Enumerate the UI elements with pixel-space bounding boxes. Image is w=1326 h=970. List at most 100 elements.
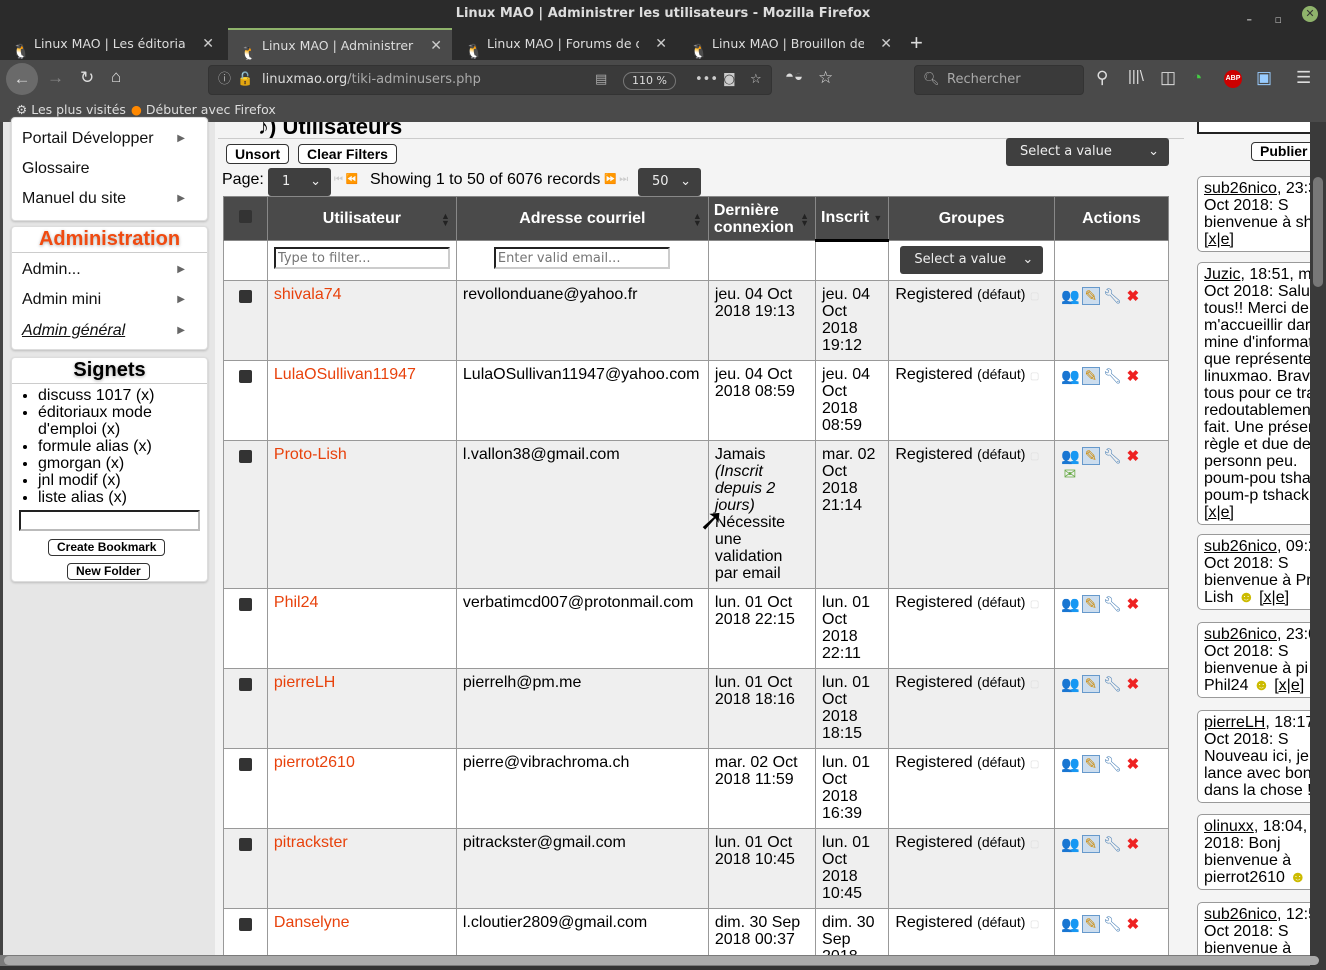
edit-icon[interactable]: ✎ [1081,367,1100,385]
assign-groups-icon[interactable]: 👥 [1061,916,1080,934]
menu-item-admin-general[interactable]: Admin général [22,322,125,340]
sidebar-icon[interactable]: ◫ [1160,68,1176,88]
adblock-icon[interactable]: ABP [1224,70,1242,88]
header-inscrit[interactable]: Inscrit ▼ [815,196,890,242]
vertical-scrollbar[interactable] [1310,122,1326,970]
scrollbar-thumb[interactable] [4,956,1319,965]
close-tab-icon[interactable]: ✕ [655,28,667,60]
unsort-button[interactable]: Unsort [226,144,290,164]
select-all-checkbox[interactable] [238,209,252,223]
edit-icon[interactable]: ✎ [1081,287,1100,305]
user-link[interactable]: Phil24 [274,594,318,611]
column-select[interactable]: Select a value ⌄ [1006,138,1169,166]
horizontal-scrollbar[interactable] [0,955,1319,970]
edit-icon[interactable]: ✎ [1081,835,1100,853]
delete-icon[interactable]: ✖ [1124,916,1142,934]
assign-groups-icon[interactable]: 👥 [1061,596,1080,614]
per-page-select[interactable]: 50 ⌄ [638,168,701,196]
create-bookmark-button[interactable]: Create Bookmark [48,539,166,556]
bookmark-name-input[interactable] [19,510,200,531]
resend-email-icon[interactable]: ✉ [1061,466,1079,484]
user-link[interactable]: pierreLH [274,674,335,691]
reader-view-icon[interactable]: ▤ [595,66,607,94]
shout-actions-link[interactable]: [x|e] [1259,589,1289,606]
user-link[interactable]: pitrackster [274,834,348,851]
assign-groups-icon[interactable]: 👥 [1061,448,1080,466]
shout-author[interactable]: sub26nico [1204,180,1277,197]
shout-author[interactable]: sub26nico [1204,906,1277,923]
wrench-icon[interactable]: 🔧︎ [1103,916,1122,934]
assign-groups-icon[interactable]: 👥 [1061,368,1080,386]
wrench-icon[interactable]: 🔧︎ [1103,676,1122,694]
assign-groups-icon[interactable]: 👥 [1061,756,1080,774]
wrench-icon[interactable]: 🔧︎ [1103,836,1122,854]
edit-icon[interactable]: ✎ [1081,447,1100,465]
search-icon[interactable]: ⚲ [1096,68,1108,88]
row-checkbox[interactable] [238,598,252,611]
wrench-icon[interactable]: 🔧︎ [1103,368,1122,386]
row-checkbox[interactable] [238,370,252,383]
delete-icon[interactable]: ✖ [1124,368,1142,386]
wrench-icon[interactable]: 🔧︎ [1103,448,1122,466]
first-prev-page-icons[interactable]: ⏮ ⏪ [334,174,358,185]
save-page-icon[interactable]: ☆ [818,68,833,88]
signet-item[interactable]: discuss 1017 (x) [38,387,188,404]
private-mask-icon[interactable]: ◓◒ [785,68,803,85]
assign-groups-icon[interactable]: 👥 [1061,676,1080,694]
clear-filters-button[interactable]: Clear Filters [298,144,397,164]
signet-item[interactable]: liste alias (x) [38,489,188,506]
tab-editoriaux[interactable]: 🐧 Linux MAO | Les éditoriaux ✕ [0,28,224,60]
row-checkbox[interactable] [238,758,252,771]
shout-author[interactable]: pierreLH [1204,714,1265,731]
sync-icon[interactable]: ◔ [1192,68,1202,88]
header-derniere-connexion[interactable]: Dernière connexion ▲ ▼ [707,196,817,241]
user-link[interactable]: shivala74 [274,286,342,303]
edit-icon[interactable]: ✎ [1081,675,1100,693]
row-checkbox[interactable] [238,678,252,691]
tab-brouillon[interactable]: 🐧 Linux MAO | Brouillon de l éd ✕ [678,28,902,60]
delete-icon[interactable]: ✖ [1124,448,1142,466]
shout-actions-link[interactable]: [x|e] [1204,231,1234,248]
close-tab-icon[interactable]: ✕ [880,28,892,60]
shout-author[interactable]: sub26nico [1204,538,1277,555]
menu-item-portail[interactable]: Portail Développer [22,130,154,148]
new-tab-button[interactable]: + [910,28,923,58]
signet-item[interactable]: formule alias (x) [38,438,188,455]
row-checkbox[interactable] [238,838,252,851]
search-input[interactable]: 🔍︎ Rechercher [914,65,1084,95]
user-link[interactable]: Danselyne [274,914,350,931]
tab-adminusers[interactable]: 🐧 Linux MAO | Administrer les u ✕ [228,28,452,60]
row-checkbox[interactable] [238,918,252,931]
publish-button[interactable]: Publier [1251,142,1310,161]
delete-icon[interactable]: ✖ [1124,756,1142,774]
user-filter-input[interactable] [273,247,450,269]
menu-item-admin[interactable]: Admin... [22,261,81,279]
page-actions-icon[interactable]: ••• [695,66,718,94]
back-button[interactable]: ← [6,63,38,95]
delete-icon[interactable]: ✖ [1124,836,1142,854]
new-folder-button[interactable]: New Folder [67,563,150,580]
info-icon[interactable]: ⓘ [218,66,231,94]
email-filter-input[interactable] [493,247,670,269]
delete-icon[interactable]: ✖ [1124,288,1142,306]
menu-item-manuel[interactable]: Manuel du site [22,190,126,208]
wrench-icon[interactable]: 🔧︎ [1103,596,1122,614]
home-button[interactable]: ⌂ [111,67,121,87]
shoutbox-input[interactable] [1197,122,1310,134]
signet-item[interactable]: jnl modif (x) [38,472,188,489]
zoom-level[interactable]: 110 % [623,72,676,90]
row-checkbox[interactable] [238,450,252,463]
edit-icon[interactable]: ✎ [1081,595,1100,613]
header-utilisateur[interactable]: Utilisateur ▲ ▼ [266,196,457,241]
tab-forums[interactable]: 🐧 Linux MAO | Forums de discu ✕ [453,28,677,60]
shout-actions-link[interactable]: [x|e] [1204,504,1234,521]
forward-button[interactable]: → [47,68,64,88]
shout-actions-link[interactable]: [x|e] [1274,677,1304,694]
page-select[interactable]: 1 ⌄ [268,168,331,196]
close-tab-icon[interactable]: ✕ [202,28,214,60]
wrench-icon[interactable]: 🔧︎ [1103,288,1122,306]
assign-groups-icon[interactable]: 👥 [1061,836,1080,854]
wrench-icon[interactable]: 🔧︎ [1103,756,1122,774]
shout-author[interactable]: olinuxx [1204,818,1254,835]
bookmark-star-icon[interactable]: ☆ [750,66,762,94]
